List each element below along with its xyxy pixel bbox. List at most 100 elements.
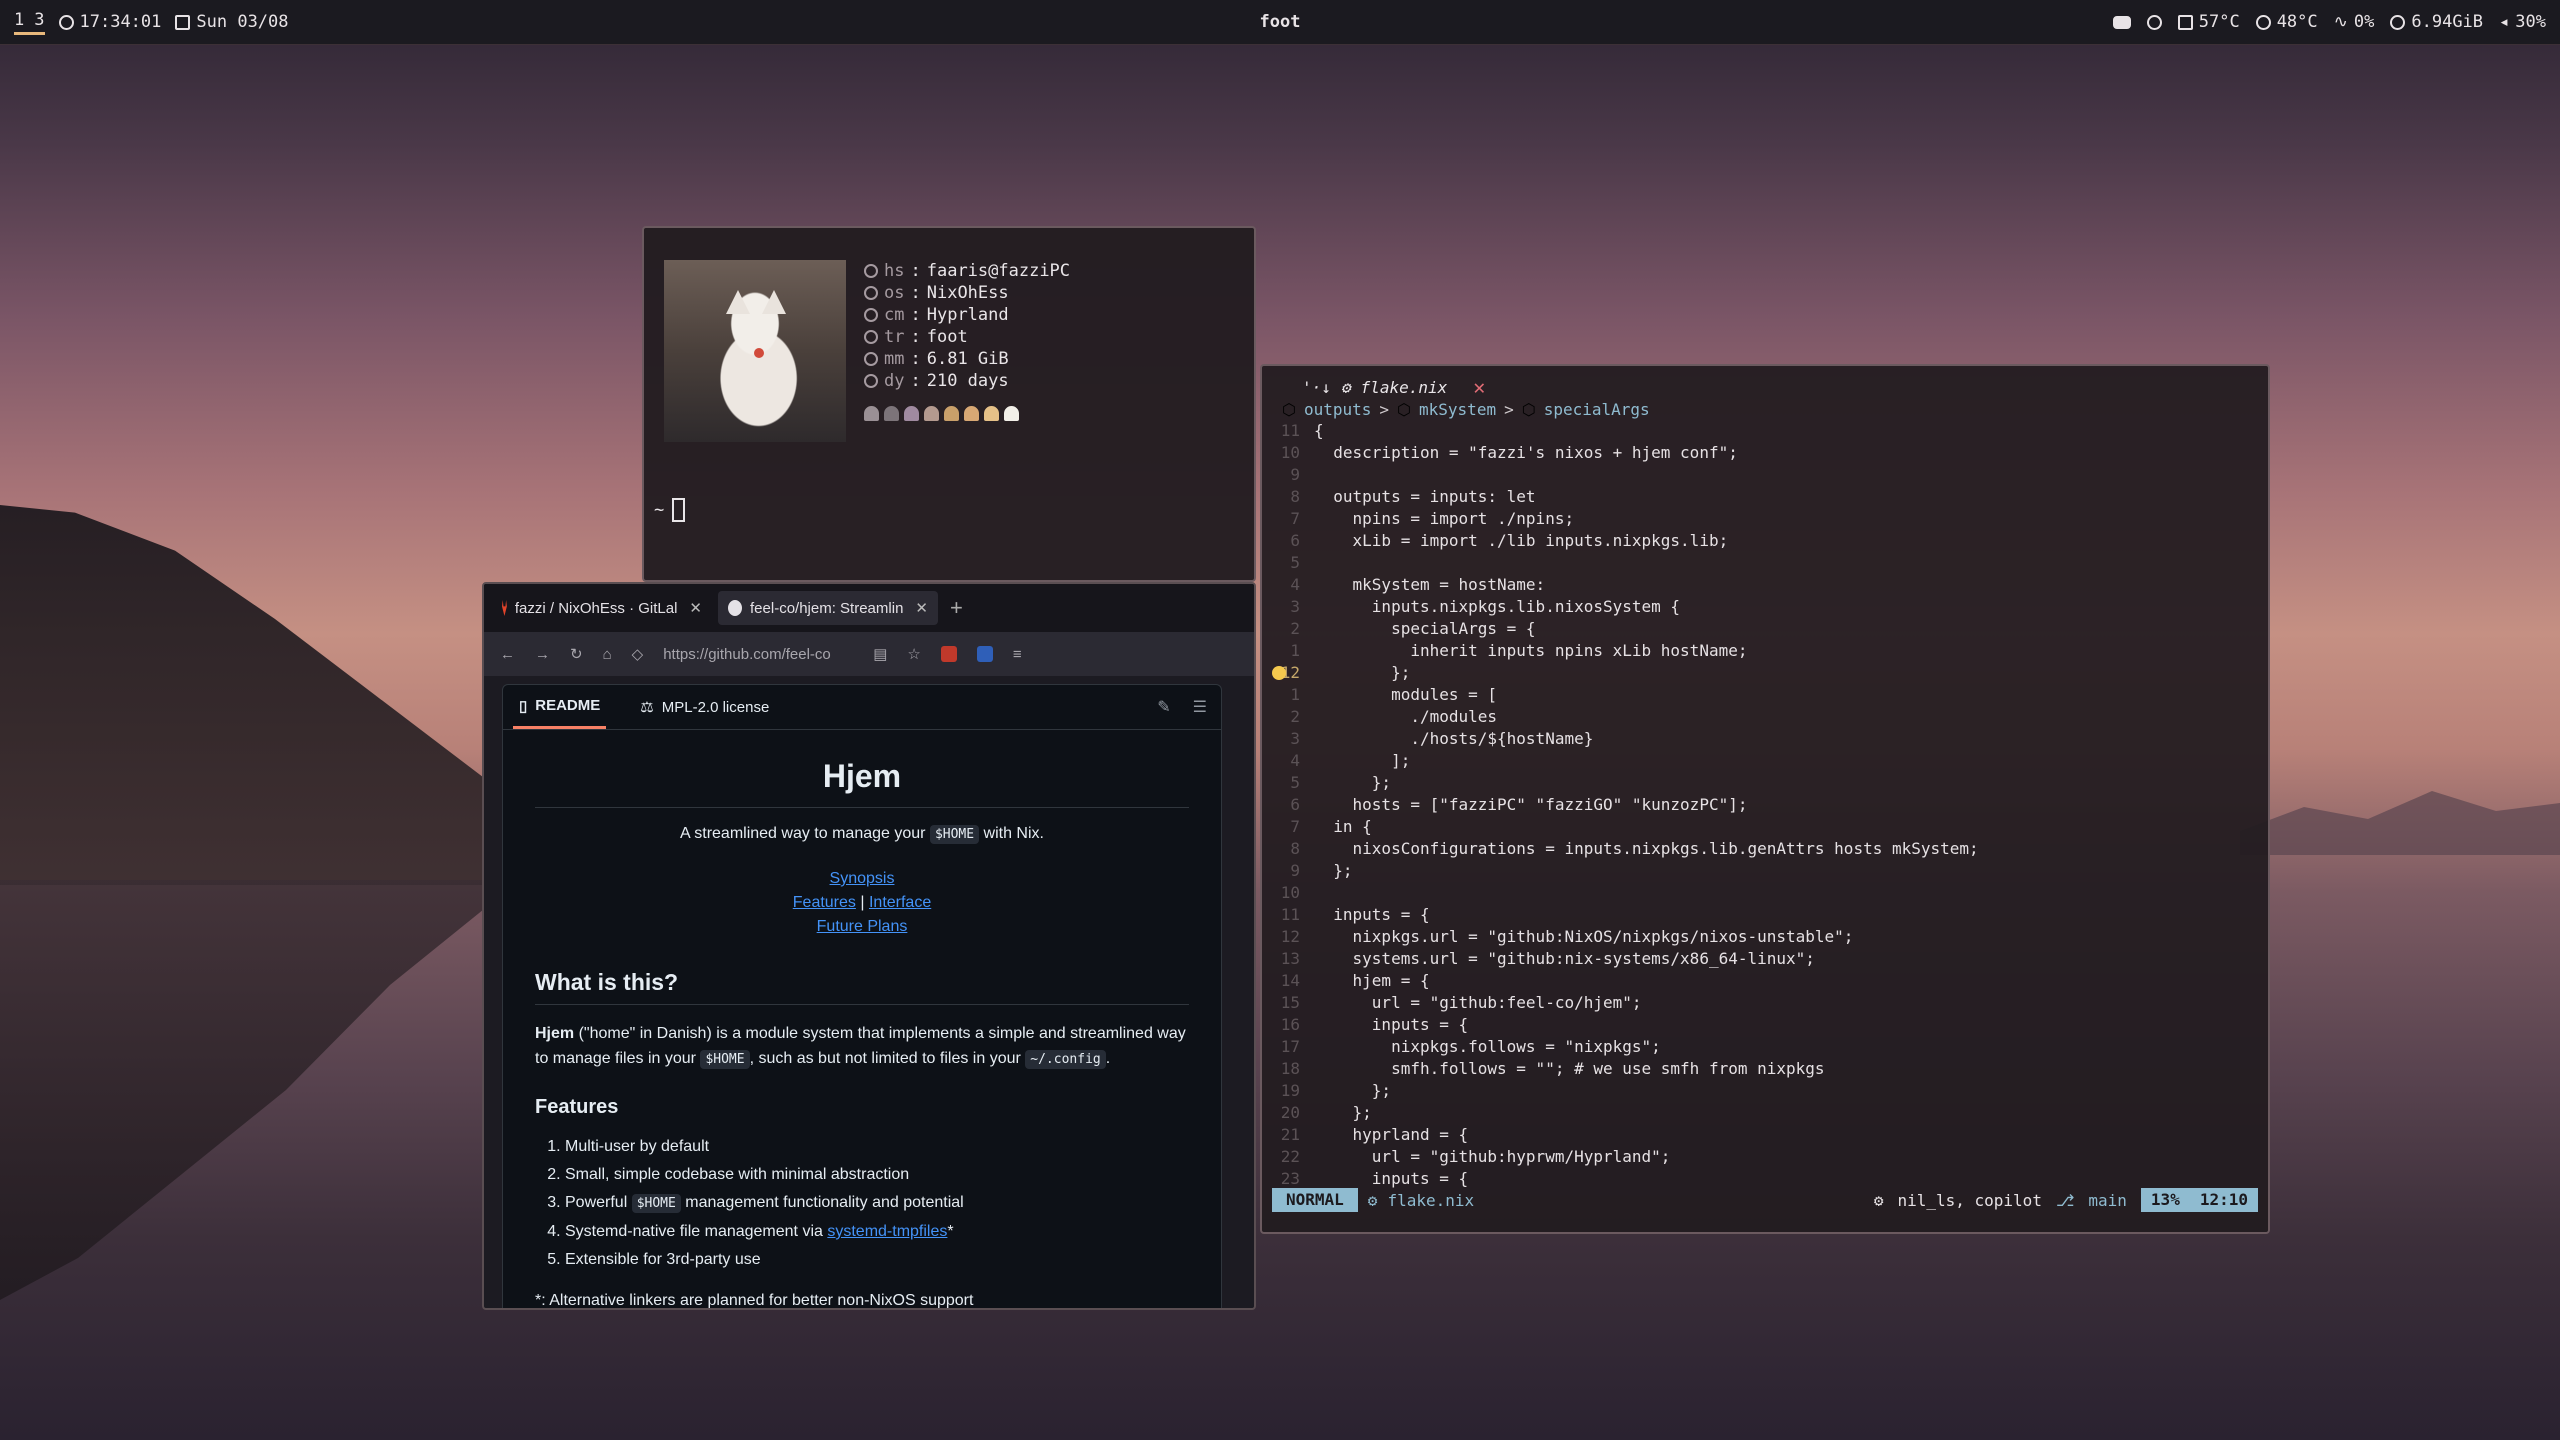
browser-window[interactable]: fazzi / NixOhEss · GitLal ✕ feel-co/hjem… xyxy=(482,582,1256,1310)
shell-prompt[interactable]: ~ xyxy=(654,498,686,522)
extension-icon[interactable] xyxy=(976,646,993,662)
wallpaper-reflection xyxy=(0,880,520,1300)
discord-icon[interactable] xyxy=(2112,15,2131,29)
outline-icon[interactable]: ☰ xyxy=(1193,697,1207,717)
line-number: 2 xyxy=(1290,619,1300,638)
code-line[interactable]: 11 { xyxy=(1262,420,2268,442)
line-text: in { xyxy=(1314,817,1372,836)
code-line[interactable]: 12 nixpkgs.url = "github:NixOS/nixpkgs/n… xyxy=(1262,926,2268,948)
link-interface[interactable]: Interface xyxy=(869,894,931,911)
flask-icon xyxy=(864,330,878,344)
readme-tab[interactable]: ▯ README xyxy=(513,685,607,729)
top-bar: 1 3 17:34:01 Sun 03/08 foot 57°C 48°C ∿ 0… xyxy=(0,0,2560,44)
lsp-icon: ⚙ xyxy=(1873,1190,1884,1210)
home-icon[interactable]: ⌂ xyxy=(603,646,612,663)
steam-icon[interactable] xyxy=(2146,14,2162,30)
fetch-key: dy xyxy=(884,371,905,391)
code-line[interactable]: 9 xyxy=(1262,464,2268,486)
code-line[interactable]: 2 ./modules xyxy=(1262,706,2268,728)
volume-level[interactable]: 30% xyxy=(2515,12,2546,32)
terminal-fetch-window[interactable]: hs: faaris@fazziPC os: NixOhEss cm: Hyprlan… xyxy=(642,226,1256,582)
new-tab-button[interactable]: + xyxy=(950,595,963,621)
code-line[interactable]: 6 xLib = import ./lib inputs.nixpkgs.lib… xyxy=(1262,530,2268,552)
close-tab-icon[interactable]: ✕ xyxy=(689,599,702,617)
line-text: hjem = { xyxy=(1314,971,1430,990)
workspace-indicator[interactable]: 1 3 xyxy=(14,10,45,35)
code-line[interactable]: 23 inputs = { xyxy=(1262,1168,2268,1190)
code-line[interactable]: 15 url = "github:feel-co/hjem"; xyxy=(1262,992,2268,1014)
code-line[interactable]: 8 outputs = inputs: let xyxy=(1262,486,2268,508)
lightbulb-icon[interactable] xyxy=(1272,666,1286,680)
line-text: hyprland = { xyxy=(1314,1125,1469,1144)
code-line[interactable]: 3 ./hosts/${hostName} xyxy=(1262,728,2268,750)
snowflake-icon xyxy=(864,286,878,300)
star-icon[interactable]: ☆ xyxy=(907,645,920,663)
fetch-key: hs xyxy=(884,261,905,281)
line-number: 9 xyxy=(1290,861,1300,880)
reader-icon[interactable]: ▤ xyxy=(873,645,887,663)
tab-gitlab[interactable]: fazzi / NixOhEss · GitLal ✕ xyxy=(492,591,712,625)
code-line[interactable]: 14 hjem = { xyxy=(1262,970,2268,992)
forward-icon[interactable]: → xyxy=(535,646,550,663)
calendar-icon xyxy=(175,14,191,30)
code-line[interactable]: 5 }; xyxy=(1262,772,2268,794)
readme-panel: ▯ README ⚖ MPL-2.0 license ✎ ☰ Hjem A st… xyxy=(502,684,1222,1308)
extension-icon[interactable] xyxy=(940,646,957,662)
code-line[interactable]: 18 smfh.follows = ""; # we use smfh from… xyxy=(1262,1058,2268,1080)
tab-label: feel-co/hjem: Streamlin xyxy=(750,599,904,617)
code-line[interactable]: 4 ]; xyxy=(1262,750,2268,772)
code-line[interactable]: 13 systems.url = "github:nix-systems/x86… xyxy=(1262,948,2268,970)
code-line[interactable]: 3 inputs.nixpkgs.lib.nixosSystem { xyxy=(1262,596,2268,618)
code-line[interactable]: 20 }; xyxy=(1262,1102,2268,1124)
shield-icon[interactable]: ◇ xyxy=(632,645,644,663)
code-line[interactable]: 6 hosts = ["fazziPC" "fazziGO" "kunzozPC… xyxy=(1262,794,2268,816)
code-line[interactable]: 19 }; xyxy=(1262,1080,2268,1102)
code-line[interactable]: 5 xyxy=(1262,552,2268,574)
ghost-icon xyxy=(964,406,979,421)
code-line[interactable]: 10 description = "fazzi's nixos + hjem c… xyxy=(1262,442,2268,464)
license-tab[interactable]: ⚖ MPL-2.0 license xyxy=(634,685,775,729)
line-number: 6 xyxy=(1290,531,1300,550)
close-tab-icon[interactable]: ✕ xyxy=(915,599,928,617)
lsp-clients: nil_ls, copilot xyxy=(1897,1190,2042,1210)
close-icon[interactable]: ✕ xyxy=(1473,375,1485,399)
menu-icon[interactable]: ≡ xyxy=(1013,646,1022,663)
url-field[interactable]: https://github.com/feel-co xyxy=(663,646,853,663)
code-line[interactable]: 1 inherit inputs npins xLib hostName; xyxy=(1262,640,2268,662)
fetch-value: NixOhEss xyxy=(926,283,1009,303)
link-synopsis[interactable]: Synopsis xyxy=(830,870,895,887)
workspace-3[interactable]: 3 xyxy=(34,10,44,30)
breadcrumb-item[interactable]: specialArgs xyxy=(1544,400,1650,419)
code-line[interactable]: 22 url = "github:hyprwm/Hyprland"; xyxy=(1262,1146,2268,1168)
clock: 17:34:01 xyxy=(58,12,161,32)
volume-icon[interactable]: ◂ xyxy=(2499,12,2509,32)
code-area[interactable]: 11{10 description = "fazzi's nixos + hje… xyxy=(1262,420,2268,1190)
line-number: 4 xyxy=(1290,575,1300,594)
code-line[interactable]: 11 inputs = { xyxy=(1262,904,2268,926)
code-line[interactable]: 8 nixosConfigurations = inputs.nixpkgs.l… xyxy=(1262,838,2268,860)
tab-github[interactable]: feel-co/hjem: Streamlin ✕ xyxy=(718,591,938,625)
code-line[interactable]: 9 }; xyxy=(1262,860,2268,882)
reload-icon[interactable]: ↻ xyxy=(570,645,583,663)
code-line[interactable]: 4 mkSystem = hostName: xyxy=(1262,574,2268,596)
fetch-key: os xyxy=(884,283,905,303)
code-line[interactable]: 10 xyxy=(1262,882,2268,904)
code-line[interactable]: 21 hyprland = { xyxy=(1262,1124,2268,1146)
code-line[interactable]: 1 modules = [ xyxy=(1262,684,2268,706)
link-features[interactable]: Features xyxy=(793,894,856,911)
editor-window[interactable]: '·↓ ⚙ flake.nix ✕ ⬡ outputs > ⬡ mkSystem >… xyxy=(1260,364,2270,1234)
code-line[interactable]: 2 specialArgs = { xyxy=(1262,618,2268,640)
code-line[interactable]: 16 inputs = { xyxy=(1262,1014,2268,1036)
editor-tab[interactable]: '·↓ ⚙ flake.nix ✕ xyxy=(1262,375,2268,399)
code-line[interactable]: 7 npins = import ./npins; xyxy=(1262,508,2268,530)
breadcrumb-item[interactable]: mkSystem xyxy=(1419,400,1496,419)
code-line[interactable]: 12 }; xyxy=(1262,662,2268,684)
code-line[interactable]: 7 in { xyxy=(1262,816,2268,838)
edit-icon[interactable]: ✎ xyxy=(1157,697,1170,717)
link-systemd-tmpfiles[interactable]: systemd-tmpfiles xyxy=(827,1223,947,1240)
back-icon[interactable]: ← xyxy=(500,646,515,663)
workspace-1[interactable]: 1 xyxy=(14,10,24,30)
link-future-plans[interactable]: Future Plans xyxy=(817,918,908,935)
code-line[interactable]: 17 nixpkgs.follows = "nixpkgs"; xyxy=(1262,1036,2268,1058)
breadcrumb-item[interactable]: outputs xyxy=(1304,400,1371,419)
